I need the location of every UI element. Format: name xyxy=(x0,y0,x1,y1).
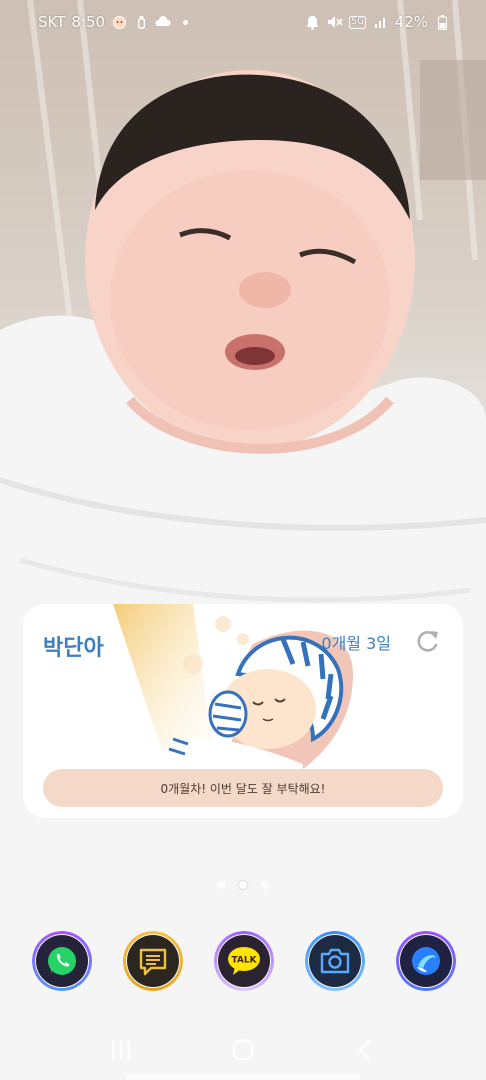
page-dot-1 xyxy=(217,881,225,889)
refresh-button[interactable] xyxy=(415,628,441,654)
widget-message[interactable]: 0개월차! 이번 달도 잘 부탁해요! xyxy=(43,769,443,807)
page-dot-3 xyxy=(261,881,269,889)
mute-icon xyxy=(327,14,343,30)
kakaotalk-app[interactable]: TALK xyxy=(214,931,274,991)
baby-diary-widget[interactable]: 박단아 0개월 3일 0개월차! 이번 달도 잘 부탁해요! xyxy=(23,604,463,818)
messages-icon-bg xyxy=(127,935,179,987)
recent-apps-icon xyxy=(112,1041,130,1059)
status-left: SKT 8:50 xyxy=(38,13,189,31)
home-icon xyxy=(232,1039,254,1061)
notification-dot xyxy=(183,19,189,25)
talk-label: TALK xyxy=(231,956,257,966)
whale-icon-bg xyxy=(400,935,452,987)
baby-face-icon xyxy=(111,14,127,30)
back-icon xyxy=(358,1039,371,1061)
whale-browser-app[interactable] xyxy=(396,931,456,991)
gesture-hint-bar xyxy=(126,1074,360,1080)
recent-apps-button[interactable] xyxy=(101,1030,141,1070)
wallpaper xyxy=(0,0,486,1080)
carrier: SKT xyxy=(38,13,66,31)
talk-bubble-icon: TALK xyxy=(228,947,260,975)
signal-icon xyxy=(373,14,389,30)
home-button[interactable] xyxy=(223,1030,263,1070)
app-dock: TALK xyxy=(32,931,456,991)
navigation-bar xyxy=(0,1020,486,1080)
clock: 8:50 xyxy=(71,13,106,31)
back-button[interactable] xyxy=(345,1030,385,1070)
camera-icon-bg xyxy=(309,935,361,987)
baby-name: 박단아 xyxy=(43,636,104,661)
wallpaper-photo xyxy=(0,0,486,1080)
page-indicator xyxy=(0,881,486,889)
baby-age: 0개월 3일 xyxy=(321,634,391,653)
alarm-icon xyxy=(305,14,321,30)
messages-app[interactable] xyxy=(123,931,183,991)
status-bar: SKT 8:50 5G 42% xyxy=(0,0,486,44)
cloud-icon xyxy=(155,14,171,30)
whatsapp-icon-bg xyxy=(36,935,88,987)
kakaotalk-icon-bg: TALK xyxy=(218,935,270,987)
message-icon xyxy=(139,948,167,976)
whatsapp-app[interactable] xyxy=(32,931,92,991)
baby-bottle-icon xyxy=(133,14,149,30)
whale-icon xyxy=(412,947,440,975)
page-dot-2-active xyxy=(239,881,247,889)
status-right: 5G 42% xyxy=(305,13,450,31)
camera-app[interactable] xyxy=(305,931,365,991)
phone-chat-icon xyxy=(48,947,76,975)
battery-percent: 42% xyxy=(394,13,428,31)
refresh-icon xyxy=(417,631,438,652)
battery-icon xyxy=(434,14,450,30)
camera-icon xyxy=(320,948,350,974)
network-badge: 5G xyxy=(349,15,366,29)
